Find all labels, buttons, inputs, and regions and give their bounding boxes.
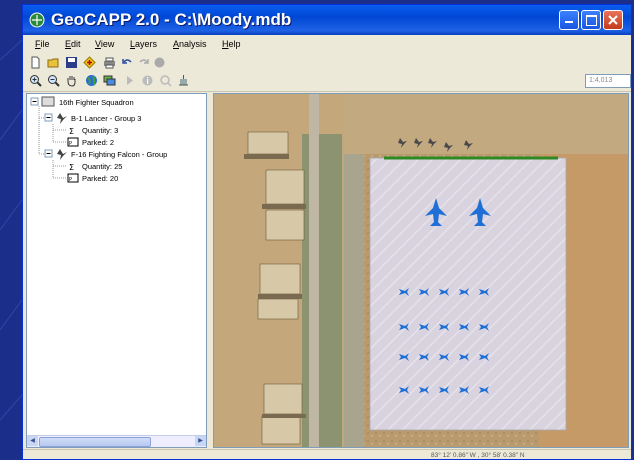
layer-tree-panel: Σ Σ P P 16th Fighter Squadron B-1 Lancer… [26,93,207,448]
maximize-icon [586,15,597,26]
standard-toolbar [23,54,631,71]
scale-input[interactable]: 1:4,013 [585,74,631,88]
tree-horizontal-scrollbar[interactable]: ◀ ▶ [27,435,206,447]
status-bar: 83° 12' 0.86" W , 30° 58' 0.38" N [23,449,631,459]
menu-help[interactable]: Help [222,39,241,49]
title-bar[interactable]: GeoCAPP 2.0 - C:\Moody.mdb [23,5,631,35]
measure-icon[interactable] [177,74,190,87]
minimize-button[interactable] [559,10,579,30]
new-file-icon[interactable] [29,56,42,69]
scroll-right-icon[interactable]: ▶ [195,436,206,446]
select-arrow-icon[interactable] [123,74,136,87]
map-view[interactable] [213,93,629,448]
menu-file[interactable]: File [35,39,50,49]
menu-edit[interactable]: Edit [65,39,81,49]
tree-parked-label[interactable]: Parked: 20 [82,174,118,183]
menu-view[interactable]: View [95,39,114,49]
coordinate-readout: 83° 12' 0.86" W , 30° 58' 0.38" N [431,452,525,459]
full-extent-globe-icon[interactable] [85,74,98,87]
identify-icon[interactable] [141,74,154,87]
menu-bar: File Edit View Layers Analysis Help [23,35,631,53]
open-folder-icon[interactable] [47,56,60,69]
undo-icon[interactable] [121,56,134,69]
save-icon[interactable] [65,56,78,69]
tree-root-label[interactable]: 16th Fighter Squadron [59,98,134,107]
layers-icon[interactable] [103,74,116,87]
record-icon[interactable] [153,56,166,69]
find-icon[interactable] [159,74,172,87]
tree-quantity-label[interactable]: Quantity: 3 [82,126,118,135]
tree-group-label[interactable]: F-16 Fighting Falcon - Group [71,150,167,159]
tree-parked-label[interactable]: Parked: 2 [82,138,114,147]
aerial-map-canvas[interactable] [214,94,629,448]
pan-hand-icon[interactable] [65,74,78,87]
redo-icon[interactable] [137,56,150,69]
zoom-out-icon[interactable] [47,74,60,87]
tree-quantity-label[interactable]: Quantity: 25 [82,162,122,171]
scroll-left-icon[interactable]: ◀ [27,436,38,446]
svg-text:P: P [69,141,72,147]
window-title: GeoCAPP 2.0 - C:\Moody.mdb [51,10,292,29]
svg-text:Σ: Σ [69,163,74,172]
menu-layers[interactable]: Layers [130,39,157,49]
zoom-in-icon[interactable] [29,74,42,87]
close-icon [608,15,618,25]
geocapp-app-icon [29,12,45,28]
maximize-button[interactable] [581,10,601,30]
tree-group-label[interactable]: B-1 Lancer - Group 3 [71,114,141,123]
close-button[interactable] [603,10,623,30]
app-window: GeoCAPP 2.0 - C:\Moody.mdb File Edit Vie… [22,4,632,460]
map-toolbar: 1:4,013 [23,72,631,92]
menu-analysis[interactable]: Analysis [173,39,207,49]
print-icon[interactable] [103,56,116,69]
add-layer-icon[interactable] [83,56,96,69]
svg-text:Σ: Σ [69,127,74,136]
svg-text:P: P [69,177,72,183]
scrollbar-thumb[interactable] [39,437,151,447]
minimize-icon [565,21,573,23]
